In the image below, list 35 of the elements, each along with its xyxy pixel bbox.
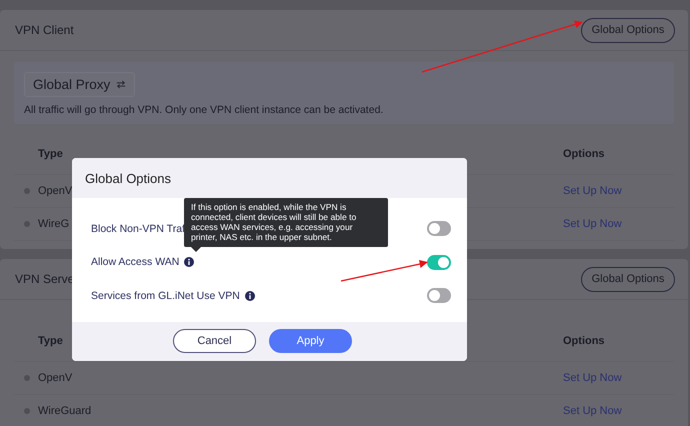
setup-link[interactable]: Set Up Now	[563, 405, 622, 417]
setup-link[interactable]: Set Up Now	[563, 218, 622, 230]
option-label: Allow Access WAN	[91, 256, 180, 268]
column-header: Options	[563, 148, 605, 160]
global-options-button[interactable]: Global Options	[581, 18, 675, 42]
table-cell: WireGuard	[38, 405, 92, 417]
global-options-button[interactable]: Global Options	[581, 266, 675, 292]
tooltip-pointer	[191, 247, 201, 252]
toggle-switch[interactable]	[427, 221, 451, 236]
info-icon[interactable]	[244, 290, 255, 301]
table-cell: OpenV	[38, 372, 72, 384]
column-header: Options	[563, 335, 605, 347]
tooltip: If this option is enabled, while the VPN is connected, client devices will still be able to access WAN services, e.g. accessing your printer, NAS etc. in the upper subnet.	[184, 198, 388, 247]
status-dot	[24, 408, 30, 414]
column-header: Type	[38, 335, 63, 347]
option-label: Block Non-VPN Traf	[91, 222, 185, 235]
description-text: All traffic will go through VPN. Only one VPN client instance can be activated.	[24, 104, 384, 116]
info-icon[interactable]	[184, 257, 194, 268]
cancel-button[interactable]: Cancel	[173, 329, 256, 353]
toggle-switch[interactable]	[427, 254, 451, 270]
table-cell: WireG	[38, 218, 70, 230]
option-label: Services from GL.iNet Use VPN	[91, 290, 240, 302]
setup-link[interactable]: Set Up Now	[563, 372, 622, 384]
apply-button[interactable]: Apply	[269, 329, 352, 353]
setup-link[interactable]: Set Up Now	[563, 185, 622, 197]
swap-arrows-icon	[116, 80, 126, 89]
mode-selector[interactable]: Global Proxy	[24, 72, 136, 97]
status-dot	[24, 221, 30, 227]
table-cell: OpenV	[38, 185, 72, 197]
column-header: Type	[38, 148, 63, 160]
toggle-switch[interactable]	[427, 288, 451, 304]
section-title: VPN Client	[15, 23, 74, 37]
status-dot	[24, 375, 30, 381]
status-dot	[24, 188, 30, 194]
dialog-title: Global Options	[85, 170, 171, 186]
